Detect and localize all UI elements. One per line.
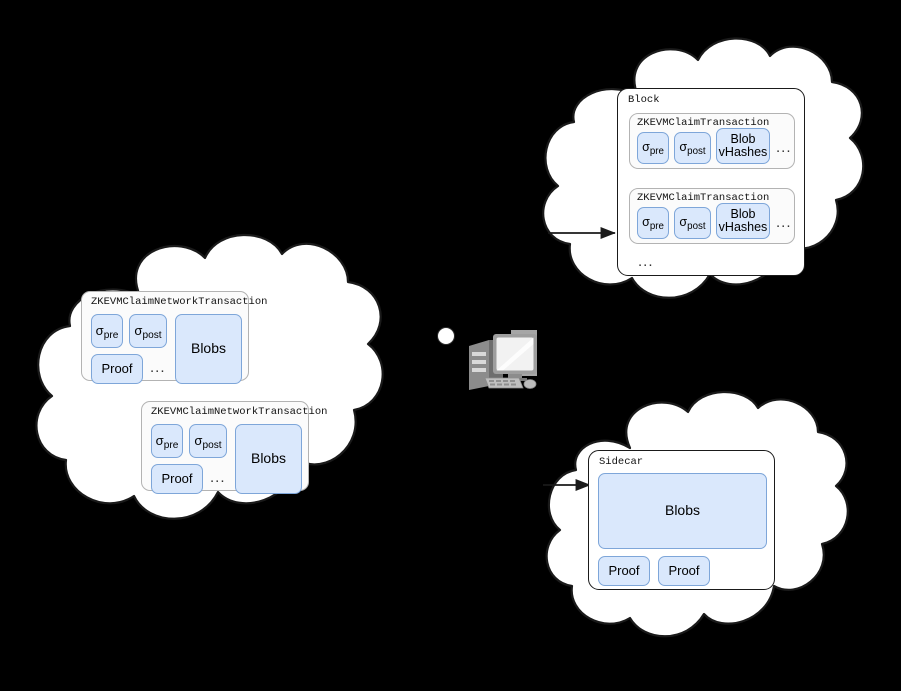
sidecar-container: Sidecar Blobs Proof Proof xyxy=(588,450,775,590)
block-transaction-ellipsis-2: ... xyxy=(776,214,792,231)
network-transaction-panel-2: ZKEVMClaimNetworkTransaction σpre σpost … xyxy=(141,401,327,494)
block-trailing-ellipsis: ... xyxy=(638,253,654,270)
network-transaction-title-2: ZKEVMClaimNetworkTransaction xyxy=(151,406,328,418)
blob-vhashes-box: Blob vHashes xyxy=(716,128,770,164)
network-transaction-ellipsis-1: ... xyxy=(150,359,166,376)
sigma-post-box: σpost xyxy=(189,424,227,458)
circle-node-icon xyxy=(437,327,455,345)
blobs-box: Blobs xyxy=(175,314,242,384)
proof-box: Proof xyxy=(91,354,143,384)
sigma-post-box: σpost xyxy=(129,314,167,348)
block-title: Block xyxy=(628,94,660,106)
sigma-pre-box: σpre xyxy=(637,132,669,164)
sigma-post-box: σpost xyxy=(674,207,711,239)
blobs-box: Blobs xyxy=(235,424,302,494)
block-container: Block ZKEVMClaimTransaction σpre σpost B… xyxy=(617,88,805,276)
sigma-pre-box: σpre xyxy=(637,207,669,239)
block-transaction-ellipsis-1: ... xyxy=(776,139,792,156)
sigma-post-box: σpost xyxy=(674,132,711,164)
block-transaction-panel-1: ZKEVMClaimTransaction σpre σpost Blob vH… xyxy=(629,113,795,169)
network-transaction-title-1: ZKEVMClaimNetworkTransaction xyxy=(91,296,268,308)
proof-box: Proof xyxy=(151,464,203,494)
sidecar-title: Sidecar xyxy=(599,456,644,468)
desktop-computer-icon xyxy=(469,330,537,390)
sidecar-proof-box-2: Proof xyxy=(658,556,710,586)
sigma-pre-box: σpre xyxy=(151,424,183,458)
diagram-canvas: ZKEVMClaimNetworkTransaction σpre σpost … xyxy=(0,0,901,691)
network-transaction-panel-1: ZKEVMClaimNetworkTransaction σpre σpost … xyxy=(81,291,267,384)
blob-vhashes-box: Blob vHashes xyxy=(716,203,770,239)
sigma-pre-box: σpre xyxy=(91,314,123,348)
block-transaction-panel-2: ZKEVMClaimTransaction σpre σpost Blob vH… xyxy=(629,188,795,244)
network-transaction-ellipsis-2: ... xyxy=(210,469,226,486)
sidecar-blobs-box: Blobs xyxy=(598,473,767,549)
sidecar-proof-box-1: Proof xyxy=(598,556,650,586)
